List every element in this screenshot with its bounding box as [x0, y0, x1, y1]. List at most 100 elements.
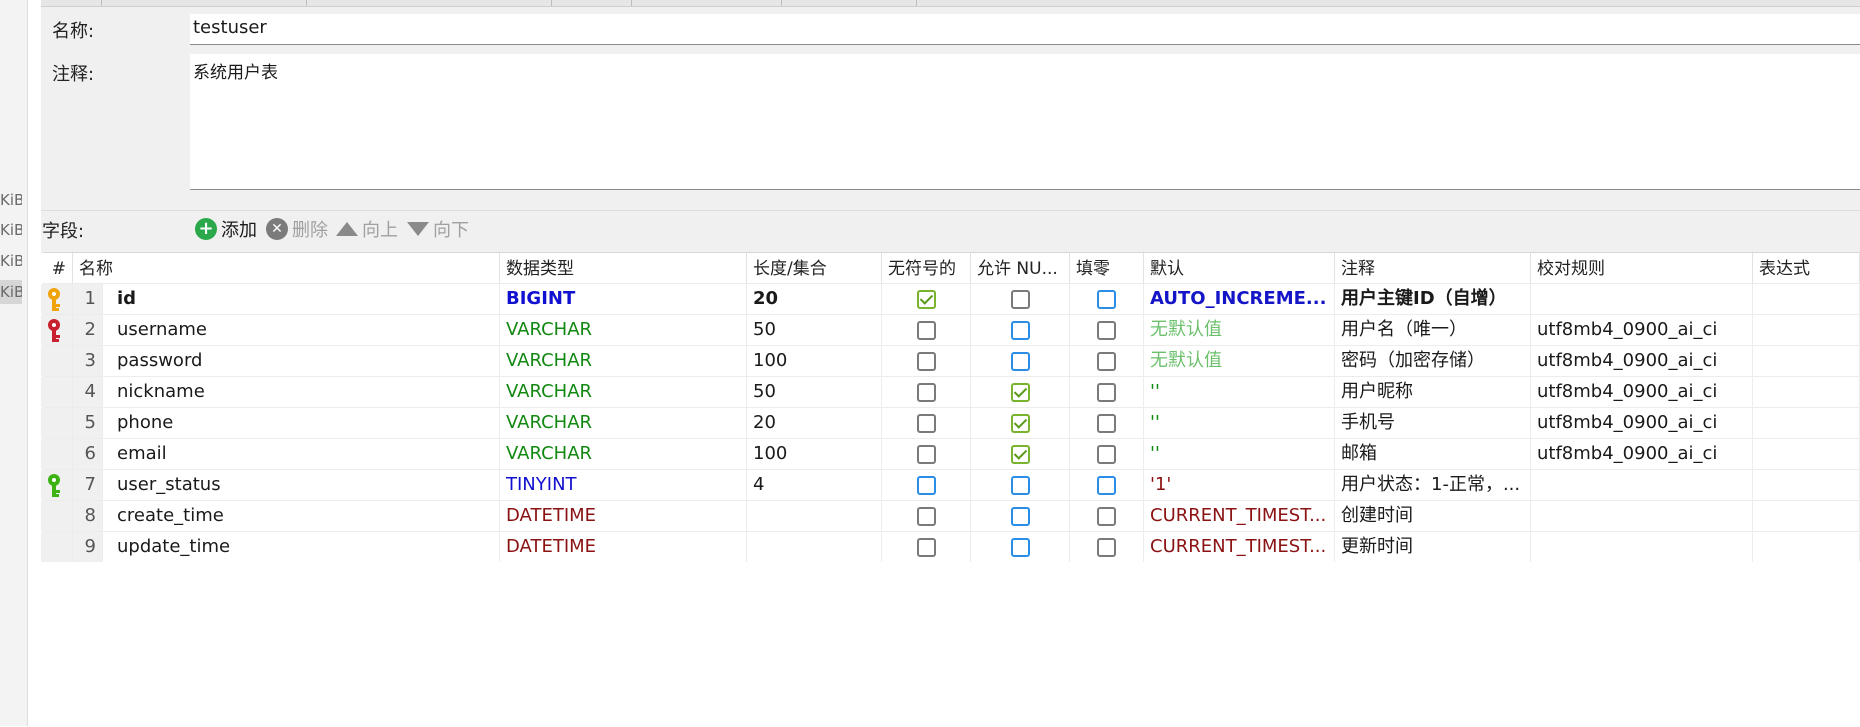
data-type-cell[interactable]: DATETIME — [500, 532, 747, 562]
nullable-checkbox[interactable] — [1011, 538, 1030, 557]
nullable-checkbox[interactable] — [1011, 290, 1030, 309]
col-header-num[interactable]: # — [43, 253, 73, 283]
expression-cell[interactable] — [1753, 501, 1860, 531]
col-header-collation[interactable]: 校对规则 — [1531, 253, 1753, 283]
collation-cell[interactable] — [1531, 284, 1753, 314]
field-name-cell[interactable]: username — [103, 315, 500, 345]
zerofill-checkbox[interactable] — [1097, 352, 1116, 371]
table-row[interactable]: 2 username VARCHAR 50 无默认值 用户名（唯一） utf8mb4_090… — [41, 314, 1860, 345]
expression-cell[interactable] — [1753, 470, 1860, 500]
zerofill-checkbox[interactable] — [1097, 476, 1116, 495]
table-row[interactable]: 8 create_time DATETIME CURRENT_TIMEST... 创建时… — [41, 500, 1860, 531]
nullable-checkbox[interactable] — [1011, 321, 1030, 340]
expression-cell[interactable] — [1753, 315, 1860, 345]
data-type-cell[interactable]: VARCHAR — [500, 315, 747, 345]
unsigned-checkbox[interactable] — [917, 507, 936, 526]
collation-cell[interactable] — [1531, 470, 1753, 500]
unsigned-checkbox[interactable] — [917, 445, 936, 464]
field-name-cell[interactable]: phone — [103, 408, 500, 438]
table-row[interactable]: 6 email VARCHAR 100 '' 邮箱 utf8mb4_0900_ai_ci — [41, 438, 1860, 469]
col-header-comment[interactable]: 注释 — [1335, 253, 1531, 283]
expression-cell[interactable] — [1753, 377, 1860, 407]
move-up-button[interactable]: 向上 — [336, 216, 398, 242]
default-cell[interactable]: 无默认值 — [1144, 346, 1335, 376]
col-header-length[interactable]: 长度/集合 — [747, 253, 882, 283]
length-cell[interactable]: 20 — [747, 284, 882, 314]
move-down-button[interactable]: 向下 — [407, 216, 469, 242]
zerofill-checkbox[interactable] — [1097, 538, 1116, 557]
length-cell[interactable] — [747, 532, 882, 562]
collation-cell[interactable]: utf8mb4_0900_ai_ci — [1531, 315, 1753, 345]
unsigned-checkbox[interactable] — [917, 290, 936, 309]
field-name-cell[interactable]: password — [103, 346, 500, 376]
default-cell[interactable]: '' — [1144, 377, 1335, 407]
table-row[interactable]: 1 id BIGINT 20 AUTO_INCREME... 用户主键ID（自增） — [41, 283, 1860, 314]
table-row[interactable]: 5 phone VARCHAR 20 '' 手机号 utf8mb4_0900_ai_ci — [41, 407, 1860, 438]
comment-cell[interactable]: 用户状态：1-正常，... — [1335, 470, 1531, 500]
default-cell[interactable]: '' — [1144, 439, 1335, 469]
zerofill-checkbox[interactable] — [1097, 321, 1116, 340]
expression-cell[interactable] — [1753, 346, 1860, 376]
field-name-cell[interactable]: update_time — [103, 532, 500, 562]
zerofill-checkbox[interactable] — [1097, 383, 1116, 402]
collation-cell[interactable]: utf8mb4_0900_ai_ci — [1531, 439, 1753, 469]
table-row[interactable]: 4 nickname VARCHAR 50 '' 用户昵称 utf8mb4_0900_ai_… — [41, 376, 1860, 407]
data-type-cell[interactable]: TINYINT — [500, 470, 747, 500]
delete-field-button[interactable]: ✕ 删除 — [266, 216, 328, 242]
collation-cell[interactable]: utf8mb4_0900_ai_ci — [1531, 377, 1753, 407]
col-header-unsigned[interactable]: 无符号的 — [882, 253, 971, 283]
default-cell[interactable]: 无默认值 — [1144, 315, 1335, 345]
expression-cell[interactable] — [1753, 284, 1860, 314]
zerofill-checkbox[interactable] — [1097, 414, 1116, 433]
length-cell[interactable] — [747, 501, 882, 531]
expression-cell[interactable] — [1753, 439, 1860, 469]
col-header-name[interactable]: 名称 — [73, 253, 500, 283]
comment-cell[interactable]: 密码（加密存储） — [1335, 346, 1531, 376]
nullable-checkbox[interactable] — [1011, 383, 1030, 402]
nullable-checkbox[interactable] — [1011, 414, 1030, 433]
default-cell[interactable]: CURRENT_TIMEST... — [1144, 532, 1335, 562]
data-type-cell[interactable]: VARCHAR — [500, 377, 747, 407]
table-row[interactable]: 7 user_status TINYINT 4 '1' 用户状态：1-正常，... — [41, 469, 1860, 500]
default-cell[interactable]: AUTO_INCREME... — [1144, 284, 1335, 314]
length-cell[interactable]: 100 — [747, 439, 882, 469]
unsigned-checkbox[interactable] — [917, 321, 936, 340]
col-header-type[interactable]: 数据类型 — [500, 253, 747, 283]
comment-cell[interactable]: 创建时间 — [1335, 501, 1531, 531]
zerofill-checkbox[interactable] — [1097, 445, 1116, 464]
data-type-cell[interactable]: VARCHAR — [500, 439, 747, 469]
field-name-cell[interactable]: id — [103, 284, 500, 314]
data-type-cell[interactable]: VARCHAR — [500, 408, 747, 438]
nullable-checkbox[interactable] — [1011, 476, 1030, 495]
collation-cell[interactable]: utf8mb4_0900_ai_ci — [1531, 408, 1753, 438]
col-header-nullable[interactable]: 允许 NU... — [971, 253, 1070, 283]
zerofill-checkbox[interactable] — [1097, 507, 1116, 526]
col-header-expression[interactable]: 表达式 — [1753, 253, 1860, 283]
collation-cell[interactable] — [1531, 532, 1753, 562]
collation-cell[interactable]: utf8mb4_0900_ai_ci — [1531, 346, 1753, 376]
default-cell[interactable]: CURRENT_TIMEST... — [1144, 501, 1335, 531]
length-cell[interactable]: 4 — [747, 470, 882, 500]
unsigned-checkbox[interactable] — [917, 476, 936, 495]
table-row[interactable]: 9 update_time DATETIME CURRENT_TIMEST... 更新时… — [41, 531, 1860, 562]
expression-cell[interactable] — [1753, 408, 1860, 438]
nullable-checkbox[interactable] — [1011, 352, 1030, 371]
comment-cell[interactable]: 用户主键ID（自增） — [1335, 284, 1531, 314]
length-cell[interactable]: 50 — [747, 315, 882, 345]
expression-cell[interactable] — [1753, 532, 1860, 562]
col-header-default[interactable]: 默认 — [1144, 253, 1335, 283]
comment-cell[interactable]: 手机号 — [1335, 408, 1531, 438]
unsigned-checkbox[interactable] — [917, 383, 936, 402]
default-cell[interactable]: '' — [1144, 408, 1335, 438]
collation-cell[interactable] — [1531, 501, 1753, 531]
unsigned-checkbox[interactable] — [917, 538, 936, 557]
table-name-field[interactable]: testuser — [190, 14, 1860, 45]
data-type-cell[interactable]: VARCHAR — [500, 346, 747, 376]
data-type-cell[interactable]: BIGINT — [500, 284, 747, 314]
fields-grid[interactable]: # 名称 数据类型 长度/集合 无符号的 允许 NU... 填零 默认 注释 校对规则 表达式 1i… — [41, 252, 1860, 727]
length-cell[interactable]: 50 — [747, 377, 882, 407]
table-row[interactable]: 3 password VARCHAR 100 无默认值 密码（加密存储） utf8mb4_0… — [41, 345, 1860, 376]
field-name-cell[interactable]: user_status — [103, 470, 500, 500]
unsigned-checkbox[interactable] — [917, 352, 936, 371]
field-name-cell[interactable]: email — [103, 439, 500, 469]
